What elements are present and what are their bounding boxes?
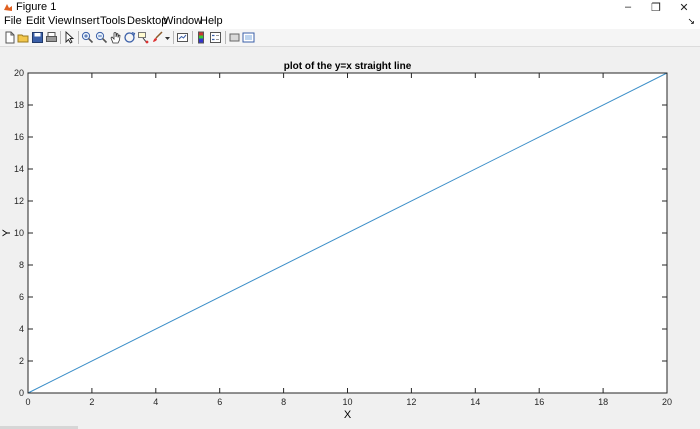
restore-button[interactable]: ❐ — [642, 0, 670, 14]
menu-window[interactable]: Window — [163, 15, 202, 27]
y-tick-label: 10 — [14, 228, 24, 238]
x-tick-label: 2 — [89, 397, 94, 407]
x-tick-label: 6 — [217, 397, 222, 407]
toolbar-separator — [192, 31, 193, 44]
x-tick-label: 12 — [406, 397, 416, 407]
y-tick-label: 8 — [19, 260, 24, 270]
window-title: Figure 1 — [16, 1, 57, 13]
toolbar-separator — [225, 31, 226, 44]
zoom-in-icon[interactable] — [81, 31, 94, 44]
open-file-icon[interactable] — [17, 31, 30, 44]
edit-plot-icon[interactable] — [63, 31, 76, 44]
y-tick-label: 14 — [14, 164, 24, 174]
new-figure-icon[interactable] — [3, 31, 16, 44]
zoom-out-icon[interactable] — [95, 31, 108, 44]
brush-dropdown-icon[interactable] — [164, 31, 171, 44]
menu-desktop[interactable]: Desktop — [127, 15, 167, 27]
chart-title: plot of the y=x straight line — [284, 61, 412, 72]
menu-help[interactable]: Help — [200, 15, 223, 27]
print-icon[interactable] — [45, 31, 58, 44]
colorbar-icon[interactable] — [195, 31, 208, 44]
dock-figure-button[interactable]: ↘ — [687, 16, 695, 27]
show-plot-tools-icon[interactable] — [242, 31, 255, 44]
x-tick-label: 14 — [470, 397, 480, 407]
plot-svg[interactable]: 0 2 4 6 8 10 12 14 16 18 20 0 2 4 6 8 10 12 14 16 18 20 plot … — [0, 47, 700, 429]
x-tick-label: 4 — [153, 397, 158, 407]
menu-tools[interactable]: Tools — [100, 15, 126, 27]
y-tick-label: 4 — [19, 324, 24, 334]
menu-edit[interactable]: Edit — [26, 15, 45, 27]
x-tick-label: 16 — [534, 397, 544, 407]
pan-icon[interactable] — [109, 31, 122, 44]
figure-canvas: 0 2 4 6 8 10 12 14 16 18 20 0 2 4 6 8 10 12 14 16 18 20 plot … — [0, 47, 700, 429]
toolbar-separator — [173, 31, 174, 44]
hide-plot-tools-icon[interactable] — [228, 31, 241, 44]
close-button[interactable]: ✕ — [670, 0, 698, 14]
x-tick-label: 18 — [598, 397, 608, 407]
figure-toolbar — [0, 29, 700, 47]
x-tick-label: 8 — [281, 397, 286, 407]
legend-icon[interactable] — [209, 31, 222, 44]
link-plot-icon[interactable] — [176, 31, 189, 44]
menu-view[interactable]: View — [48, 15, 72, 27]
x-tick-label: 10 — [342, 397, 352, 407]
x-axis-label: X — [344, 409, 352, 421]
toolbar-separator — [60, 31, 61, 44]
minimize-button[interactable]: – — [614, 0, 642, 14]
y-axis-label: Y — [1, 229, 13, 237]
toolbar-separator — [78, 31, 79, 44]
brush-icon[interactable] — [151, 31, 164, 44]
y-tick-label: 0 — [19, 388, 24, 398]
menu-file[interactable]: File — [4, 15, 22, 27]
menu-bar: File Edit View Insert Tools Desktop Wind… — [0, 14, 700, 29]
y-tick-label: 2 — [19, 356, 24, 366]
rotate-3d-icon[interactable] — [123, 31, 136, 44]
y-tick-label: 12 — [14, 196, 24, 206]
y-tick-label: 16 — [14, 132, 24, 142]
menu-insert[interactable]: Insert — [72, 15, 100, 27]
window-titlebar: Figure 1 – ❐ ✕ — [0, 0, 700, 14]
y-tick-label: 20 — [14, 68, 24, 78]
x-tick-label: 0 — [25, 397, 30, 407]
y-tick-label: 6 — [19, 292, 24, 302]
data-cursor-icon[interactable] — [137, 31, 150, 44]
x-tick-label: 20 — [662, 397, 672, 407]
save-icon[interactable] — [31, 31, 44, 44]
y-tick-label: 18 — [14, 100, 24, 110]
matlab-logo-icon — [4, 4, 12, 11]
